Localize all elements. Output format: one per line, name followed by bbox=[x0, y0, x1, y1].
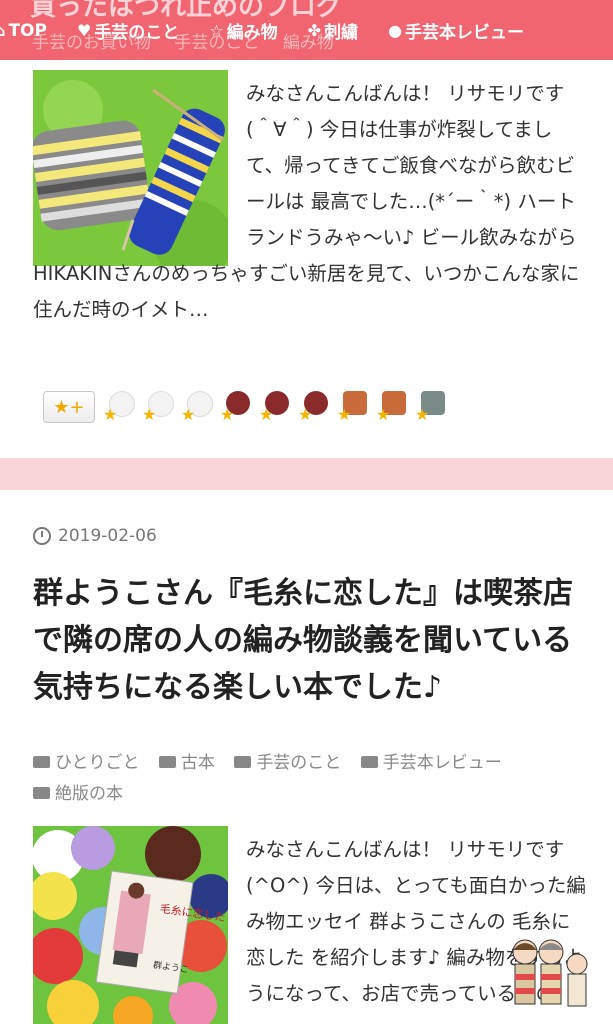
star-user[interactable]: ★ bbox=[376, 391, 407, 424]
post-thumbnail[interactable] bbox=[33, 70, 228, 266]
star-icon: ★ bbox=[220, 405, 235, 424]
star-icon: ★ bbox=[298, 405, 313, 424]
nav-label: 手芸のこと bbox=[94, 23, 180, 43]
heart-icon: ♥ bbox=[76, 21, 92, 40]
star-user[interactable]: ★ bbox=[142, 391, 174, 424]
nav-menu: ⌂ TOP ♥ 手芸のこと ☆ 編み物 ✤ 刺繍 ● 手芸本レビュー bbox=[0, 18, 554, 44]
nav-item-review[interactable]: ● 手芸本レビュー bbox=[388, 18, 524, 43]
star-icon: ☆ bbox=[209, 21, 224, 40]
post-title[interactable]: 群ようこさん『毛糸に恋した』は喫茶店で隣の席の人の編み物談義を聞いている気持ちに… bbox=[33, 570, 588, 711]
star-icon: ★ bbox=[337, 405, 352, 424]
star-icon: ★ bbox=[259, 405, 274, 424]
category-link[interactable]: 手芸本レビュー bbox=[360, 748, 502, 779]
star-icon: ★ bbox=[142, 405, 157, 424]
post-entry: 2019-02-06 群ようこさん『毛糸に恋した』は喫茶店で隣の席の人の編み物談… bbox=[0, 490, 613, 1024]
folder-icon bbox=[360, 756, 378, 768]
post-excerpt: みなさんこんばんは！ リサモリです(＾∀＾) 今日は仕事が炸裂してまして、帰って… bbox=[246, 82, 577, 249]
add-star-button[interactable]: ★+ bbox=[43, 391, 95, 423]
star-user[interactable]: ★ bbox=[415, 391, 446, 424]
folder-icon bbox=[33, 787, 50, 799]
star-icon: ★ bbox=[181, 405, 196, 424]
hatena-star-row: ★+ ★ ★ ★ ★ ★ ★ ★ ★ ★ bbox=[43, 390, 454, 424]
star-user[interactable]: ★ bbox=[259, 391, 290, 424]
star-user[interactable]: ★ bbox=[337, 391, 368, 424]
category-label: ひとりごと bbox=[55, 753, 140, 773]
category-link[interactable]: 絶版の本 bbox=[33, 779, 123, 810]
mascot-illustration bbox=[512, 939, 588, 1007]
category-label: 手芸のこと bbox=[256, 753, 342, 773]
folder-icon bbox=[158, 756, 176, 768]
post-categories: ひとりごと 古本 手芸のこと 手芸本レビュー 絶版の本 bbox=[33, 748, 593, 810]
category-label: 絶版の本 bbox=[55, 784, 123, 804]
nav-item-shugei[interactable]: ♥ 手芸のこと bbox=[77, 18, 179, 43]
nav-item-top[interactable]: ⌂ TOP bbox=[0, 18, 47, 43]
star-user[interactable]: ★ bbox=[298, 391, 329, 424]
post-thumbnail[interactable]: 毛糸に恋した 群ようこ bbox=[33, 826, 228, 1024]
post-separator bbox=[0, 458, 613, 490]
star-icon: ★ bbox=[103, 405, 118, 424]
github-icon: ● bbox=[388, 21, 403, 40]
date-text: 2019-02-06 bbox=[58, 526, 157, 546]
home-icon: ⌂ bbox=[0, 21, 5, 40]
post-excerpt-continued: HIKAKINさんのめっちゃすごい新居を見て、いつかこんな家に住んだ時のイメト… bbox=[33, 262, 580, 321]
nav-label: 刺繍 bbox=[324, 23, 359, 43]
star-user[interactable]: ★ bbox=[181, 391, 213, 424]
nav-label: 手芸本レビュー bbox=[405, 23, 525, 43]
category-link[interactable]: 古本 bbox=[158, 748, 215, 779]
nav-label: TOP bbox=[8, 20, 47, 41]
category-link[interactable]: ひとりごと bbox=[33, 748, 140, 779]
star-user[interactable]: ★ bbox=[103, 391, 135, 424]
post-date: 2019-02-06 bbox=[33, 526, 157, 546]
category-label: 古本 bbox=[180, 753, 215, 773]
star-user[interactable]: ★ bbox=[220, 391, 251, 424]
category-link[interactable]: 手芸のこと bbox=[234, 748, 341, 779]
post-entry: みなさんこんばんは！ リサモリです(＾∀＾) 今日は仕事が炸裂してまして、帰って… bbox=[0, 60, 613, 458]
nav-label: 編み物 bbox=[226, 23, 278, 43]
top-navigation: 買ったはつれ止めのブログ 手芸のお買い物 手芸のこと 編み物 ⌂ TOP ♥ 手… bbox=[0, 0, 613, 60]
folder-icon bbox=[33, 756, 50, 768]
nav-item-amimono[interactable]: ☆ 編み物 bbox=[209, 18, 277, 43]
folder-icon bbox=[234, 756, 252, 768]
clock-icon bbox=[33, 527, 51, 545]
category-label: 手芸本レビュー bbox=[382, 753, 502, 773]
star-icon: ★ bbox=[415, 405, 430, 424]
nav-item-shishu[interactable]: ✤ 刺繍 bbox=[308, 18, 358, 43]
star-icon: ★ bbox=[376, 405, 391, 424]
add-star-label: ★+ bbox=[53, 396, 85, 418]
flower-icon: ✤ bbox=[307, 21, 322, 40]
